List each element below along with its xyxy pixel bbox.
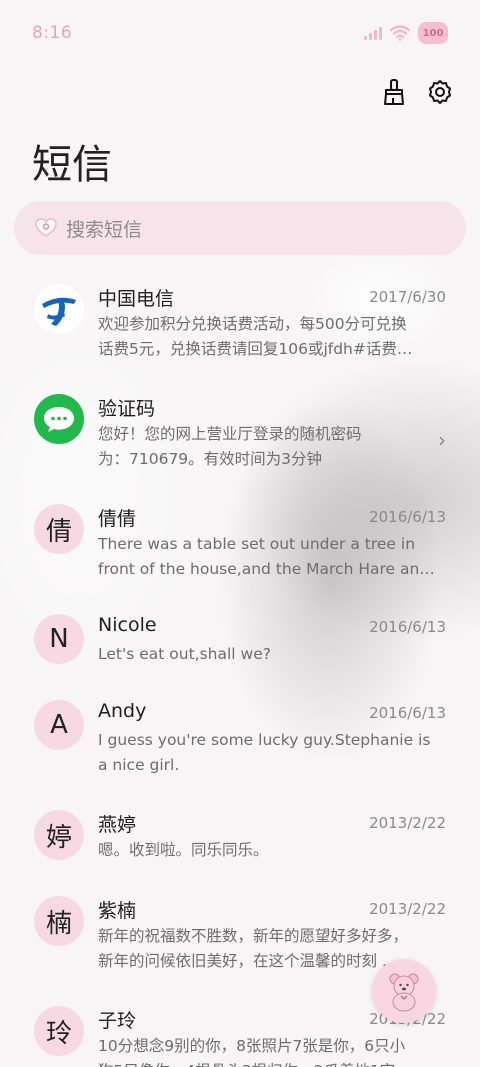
top-actions [380, 78, 454, 106]
wifi-icon [389, 25, 411, 41]
message-preview: 10分想念9别的你，8张照片7张是你，6只小 狗5只像你，4根骨头3根归你，2爪… [98, 1034, 448, 1067]
status-bar: 8:16 100 [0, 0, 480, 66]
sender-name: 中国电信 [98, 288, 175, 310]
sender-name: 验证码 [98, 398, 156, 420]
contact-avatar: 倩 [34, 504, 84, 554]
compose-button[interactable] [372, 959, 436, 1023]
contact-avatar: A [34, 700, 84, 750]
message-date: 2016/6/13 [369, 508, 446, 526]
message-date: 2016/6/13 [369, 704, 446, 722]
list-item[interactable]: N Nicole 2016/6/13 Let's eat out,shall w… [0, 600, 480, 686]
preview-line-1: I guess you're some lucky guy.Stephanie … [98, 731, 431, 749]
message-preview: 嗯。收到啦。同乐同乐。 [98, 841, 269, 859]
sender-name: 燕婷 [98, 814, 137, 836]
china-telecom-logo-icon [34, 284, 84, 334]
message-preview: I guess you're some lucky guy.Stephanie … [98, 728, 448, 778]
sender-name: 子玲 [98, 1010, 137, 1032]
list-item[interactable]: 倩 倩倩 2016/6/13 There was a table set out… [0, 490, 480, 600]
list-item[interactable]: 验证码 您好！您的网上营业厅登录的随机密码 为：710679。有效时间为3分钟 … [0, 380, 480, 490]
page-title: 短信 [32, 142, 112, 188]
search-bar[interactable]: 搜索短信 [14, 201, 466, 255]
gear-icon[interactable] [426, 78, 454, 106]
preview-line-2: front of the house,and the March Hare an… [98, 560, 435, 578]
message-date: 2013/2/22 [369, 814, 446, 832]
preview-line-1: There was a table set out under a tree i… [98, 535, 416, 553]
preview-line-2: a nice girl. [98, 756, 180, 774]
sender-name: 紫楠 [98, 900, 137, 922]
status-icons: 100 [364, 22, 448, 44]
message-preview: There was a table set out under a tree i… [98, 532, 448, 582]
list-item[interactable]: A Andy 2016/6/13 I guess you're some luc… [0, 686, 480, 796]
teddy-bear-icon [389, 973, 419, 1012]
message-preview: Let's eat out,shall we? [98, 645, 271, 663]
list-item[interactable]: 婷 燕婷 2013/2/22 嗯。收到啦。同乐同乐。 [0, 796, 480, 882]
preview-line-1: 欢迎参加积分兑换话费活动，每500分可兑换 [98, 315, 407, 333]
preview-line-1: 新年的祝福数不胜数，新年的愿望好多好多， [98, 927, 409, 945]
preview-line-2: 话费5元，兑换话费请回复106或jfdh#话费… [98, 340, 413, 358]
broom-icon[interactable] [380, 78, 408, 106]
heart-search-icon [32, 214, 60, 242]
message-icon [34, 394, 84, 444]
contact-avatar: 玲 [34, 1006, 84, 1056]
sender-name: Andy [98, 700, 147, 722]
sender-name: Nicole [98, 614, 157, 636]
list-item[interactable]: 中国电信 2017/6/30 欢迎参加积分兑换话费活动，每500分可兑换 话费5… [0, 270, 480, 380]
message-date: 2013/2/22 [369, 900, 446, 918]
message-date: 2017/6/30 [369, 288, 446, 306]
contact-avatar: 楠 [34, 896, 84, 946]
preview-line-2: 狗5只像你，4根骨头3根归你，2爪着地1定… [98, 1059, 448, 1067]
signal-icon [364, 26, 382, 40]
message-preview: 您好！您的网上营业厅登录的随机密码 为：710679。有效时间为3分钟 [98, 422, 448, 472]
preview-line-2: 为：710679。有效时间为3分钟 [98, 450, 323, 468]
preview-line-1: 10分想念9别的你，8张照片7张是你，6只小 [98, 1037, 406, 1055]
contact-avatar: 婷 [34, 810, 84, 860]
message-date: 2016/6/13 [369, 618, 446, 636]
preview-line-1: 您好！您的网上营业厅登录的随机密码 [98, 425, 362, 443]
message-preview: 欢迎参加积分兑换话费活动，每500分可兑换 话费5元，兑换话费请回复106或jf… [98, 312, 448, 362]
chevron-right-icon: › [438, 428, 446, 452]
contact-avatar: N [34, 614, 84, 664]
battery-icon: 100 [418, 22, 448, 44]
status-time: 8:16 [32, 23, 73, 43]
sender-name: 倩倩 [98, 508, 137, 530]
message-list: 中国电信 2017/6/30 欢迎参加积分兑换话费活动，每500分可兑换 话费5… [0, 270, 480, 1067]
search-input[interactable]: 搜索短信 [66, 215, 142, 242]
